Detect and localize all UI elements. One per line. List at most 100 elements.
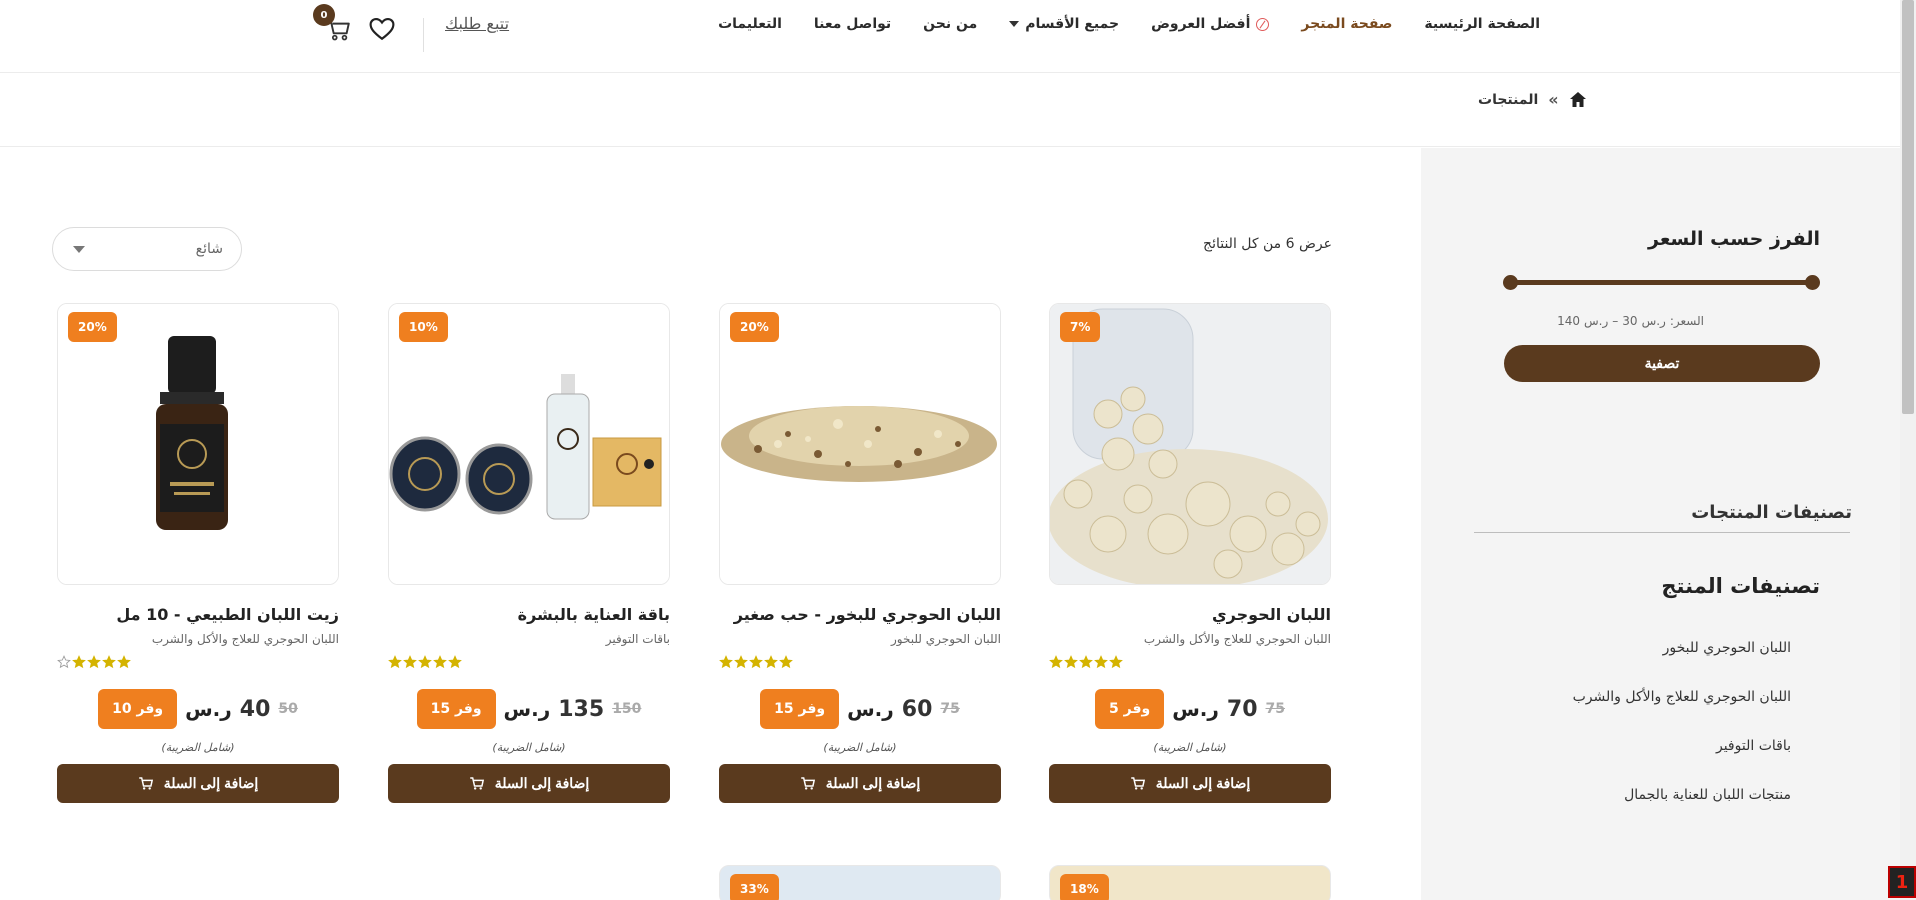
current-price: 70 bbox=[1226, 696, 1258, 722]
star-icon bbox=[448, 655, 462, 669]
price-slider-min-handle[interactable] bbox=[1503, 275, 1518, 290]
sort-select[interactable]: شائع bbox=[52, 227, 242, 271]
product-card: 20% زيت اللبان الطبيعي - 10 مل اللبان ال… bbox=[57, 303, 339, 803]
scrollbar-thumb[interactable] bbox=[1902, 0, 1914, 414]
price-row: 75 70 ر.س وفر 5 bbox=[1049, 689, 1331, 729]
nav-shop-label: صفحة المتجر bbox=[1301, 16, 1393, 32]
product-name[interactable]: باقة العناية بالبشرة bbox=[388, 605, 670, 624]
nav-contact[interactable]: تواصل معنا bbox=[814, 16, 891, 32]
filter-button[interactable]: تصفية bbox=[1504, 345, 1820, 382]
star-icon bbox=[117, 655, 131, 669]
save-badge: وفر 15 bbox=[416, 689, 496, 729]
rating-stars bbox=[57, 655, 339, 671]
product-image[interactable]: 20% bbox=[719, 303, 1001, 585]
discount-badge: 33% bbox=[730, 874, 779, 900]
price-row: 50 40 ر.س وفر 10 bbox=[57, 689, 339, 729]
scrollbar[interactable] bbox=[1900, 0, 1916, 900]
currency-symbol: ر.س bbox=[1641, 314, 1666, 328]
price-slider-max-handle[interactable] bbox=[1805, 275, 1820, 290]
discount-badge: 10% bbox=[399, 312, 448, 342]
star-icon bbox=[1079, 655, 1093, 669]
price-row: 75 60 ر.س وفر 15 bbox=[719, 689, 1001, 729]
product-name[interactable]: اللبان الحوجري للبخور - حب صغير bbox=[719, 605, 1001, 624]
old-price-value: 50 bbox=[278, 701, 298, 717]
star-icon bbox=[719, 655, 733, 669]
price-max: 140 bbox=[1557, 314, 1581, 328]
nav-faq-label: التعليمات bbox=[718, 16, 782, 32]
current-price: 60 bbox=[901, 696, 933, 722]
cart-icon bbox=[138, 777, 153, 790]
main-nav: الصفحة الرئيسية صفحة المتجر أفضل العروض … bbox=[718, 16, 1540, 32]
heart-icon[interactable] bbox=[369, 17, 395, 41]
track-order-link[interactable]: تتبع طلبك bbox=[445, 14, 509, 33]
save-badge: وفر 5 bbox=[1094, 689, 1165, 729]
old-price-value: 150 bbox=[612, 701, 642, 717]
riyal-icon: ر.س bbox=[1172, 697, 1219, 721]
add-to-cart-button[interactable]: إضافة إلى السلة bbox=[1049, 764, 1331, 803]
old-price-value: 75 bbox=[940, 701, 960, 717]
price-row: 150 135 ر.س وفر 15 bbox=[388, 689, 670, 729]
star-icon bbox=[388, 655, 402, 669]
product-category[interactable]: باقات التوفير bbox=[388, 632, 670, 646]
star-icon bbox=[102, 655, 116, 669]
tax-note: (شامل الضريبة) bbox=[823, 741, 897, 754]
product-card: 10% باقة العناية بالبشرة باقات التوفير 1… bbox=[388, 303, 670, 803]
add-to-cart-label: إضافة إلى السلة bbox=[494, 775, 590, 791]
add-to-cart-button[interactable]: إضافة إلى السلة bbox=[57, 764, 339, 803]
category-item[interactable]: اللبان الحوجري للبخور bbox=[1491, 640, 1791, 656]
site-header: الصفحة الرئيسية صفحة المتجر أفضل العروض … bbox=[0, 0, 1900, 73]
product-categories-heading: تصنيفات المنتجات bbox=[1691, 502, 1852, 523]
nav-home[interactable]: الصفحة الرئيسية bbox=[1424, 16, 1540, 32]
breadcrumb: المنتجات » bbox=[1478, 90, 1587, 109]
nav-all-categories[interactable]: جميع الأقسام bbox=[1009, 16, 1119, 32]
category-item[interactable]: منتجات اللبان للعناية بالجمال bbox=[1491, 787, 1791, 803]
nav-shop[interactable]: صفحة المتجر bbox=[1301, 16, 1392, 32]
product-category[interactable]: اللبان الحوجري للعلاج والأكل والشرب bbox=[57, 632, 339, 646]
product-image[interactable]: 10% bbox=[388, 303, 670, 585]
product-card: 7% اللبان الحوجري اللبان الحوجري للعلاج … bbox=[1049, 303, 1331, 803]
product-name[interactable]: زيت اللبان الطبيعي - 10 مل bbox=[57, 605, 339, 624]
product-card[interactable]: 33% bbox=[719, 865, 1001, 900]
star-icon bbox=[72, 655, 86, 669]
product-category[interactable]: اللبان الحوجري للعلاج والأكل والشرب bbox=[1049, 632, 1331, 646]
tax-note: (شامل الضريبة) bbox=[492, 741, 566, 754]
star-icon bbox=[779, 655, 793, 669]
product-name[interactable]: اللبان الحوجري bbox=[1049, 605, 1331, 624]
category-item[interactable]: باقات التوفير bbox=[1491, 738, 1791, 754]
frankincense-jar-image bbox=[1050, 304, 1330, 584]
save-label: وفر 15 bbox=[430, 701, 482, 717]
star-icon bbox=[1049, 655, 1063, 669]
category-item[interactable]: اللبان الحوجري للعلاج والأكل والشرب bbox=[1491, 689, 1791, 705]
discount-badge: 20% bbox=[730, 312, 779, 342]
discount-icon bbox=[1256, 17, 1270, 31]
nav-best-offers[interactable]: أفضل العروض bbox=[1151, 16, 1270, 32]
save-label: وفر 5 bbox=[1108, 701, 1151, 717]
old-price: 75 bbox=[940, 701, 959, 717]
star-icon bbox=[87, 655, 101, 669]
nav-about[interactable]: من نحن bbox=[923, 16, 977, 32]
discount-badge: 18% bbox=[1060, 874, 1109, 900]
product-image[interactable]: 20% bbox=[57, 303, 339, 585]
nav-about-label: من نحن bbox=[923, 16, 978, 32]
price-slider-track[interactable] bbox=[1511, 280, 1813, 285]
cart-icon bbox=[469, 777, 484, 790]
discount-badge: 7% bbox=[1060, 312, 1101, 342]
home-icon[interactable] bbox=[1569, 91, 1587, 108]
product-category[interactable]: اللبان الحوجري للبخور bbox=[719, 632, 1001, 646]
add-to-cart-button[interactable]: إضافة إلى السلة bbox=[719, 764, 1001, 803]
nav-faq[interactable]: التعليمات bbox=[718, 16, 782, 32]
product-card[interactable]: 18% bbox=[1049, 865, 1331, 900]
sort-value: شائع bbox=[195, 241, 223, 257]
add-to-cart-button[interactable]: إضافة إلى السلة bbox=[388, 764, 670, 803]
corner-indicator: 1 bbox=[1888, 866, 1916, 898]
star-icon bbox=[1064, 655, 1078, 669]
save-badge: وفر 10 bbox=[98, 689, 178, 729]
star-icon bbox=[764, 655, 778, 669]
rating-stars bbox=[719, 655, 1001, 671]
old-price: 50 bbox=[278, 701, 297, 717]
discount-badge: 20% bbox=[68, 312, 117, 342]
star-icon bbox=[1109, 655, 1123, 669]
product-image[interactable]: 7% bbox=[1049, 303, 1331, 585]
header-divider bbox=[423, 18, 424, 52]
nav-home-label: الصفحة الرئيسية bbox=[1424, 16, 1540, 32]
